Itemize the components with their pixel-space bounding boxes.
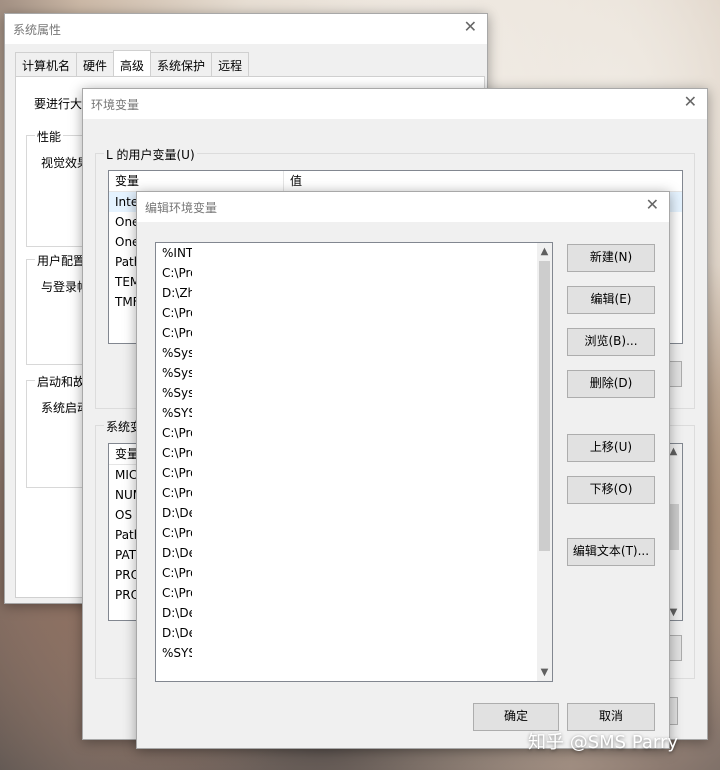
ok-button[interactable]: 确定 [473,703,559,731]
move-up-button[interactable]: 上移(U) [567,434,655,462]
path-list-item[interactable]: %INT [156,243,192,263]
edit-text-button[interactable]: 编辑文本(T)... [567,538,655,566]
path-list-item[interactable]: C:\Pro [156,563,192,583]
user-variables-legend: L 的用户变量(U) [104,146,197,163]
path-list-item[interactable]: %Sys [156,383,192,403]
path-list-scrollbar[interactable]: ▲ ▼ [537,243,552,681]
path-list-item[interactable]: D:\De [156,603,192,623]
user-profile-legend: 用户配置 [35,252,88,269]
path-list-item[interactable]: D:\De [156,623,192,643]
system-properties-title: 系统属性 [13,23,62,37]
startup-recovery-legend: 启动和故 [35,373,88,390]
system-properties-titlebar: 系统属性 ✕ [5,14,487,44]
new-button[interactable]: 新建(N) [567,244,655,272]
edit-button[interactable]: 编辑(E) [567,286,655,314]
path-list[interactable]: %INTC:\ProD:\ZhC:\ProC:\Pro%Sys%Sys%Sys%… [155,242,553,682]
scroll-down-icon[interactable]: ▼ [537,667,552,678]
edit-environment-variable-dialog: 编辑环境变量 ✕ %INTC:\ProD:\ZhC:\ProC:\Pro%Sys… [136,191,670,749]
column-header-variable[interactable]: 变量 [109,171,284,191]
path-list-item[interactable]: C:\Pro [156,523,192,543]
scroll-up-icon[interactable]: ▲ [537,246,552,257]
close-icon[interactable]: ✕ [684,92,697,111]
close-icon[interactable]: ✕ [464,17,477,36]
path-list-item[interactable]: C:\Pro [156,483,192,503]
path-list-item[interactable]: D:\De [156,543,192,563]
cancel-button[interactable]: 取消 [567,703,655,731]
column-header-value[interactable]: 值 [284,171,682,191]
browse-button[interactable]: 浏览(B)... [567,328,655,356]
tab-computer-name[interactable]: 计算机名 [15,52,78,78]
path-list-item[interactable]: C:\Pro [156,323,192,343]
scrollbar-thumb[interactable] [539,261,550,551]
path-list-item[interactable]: C:\Pro [156,583,192,603]
delete-button[interactable]: 删除(D) [567,370,655,398]
path-list-item[interactable]: C:\Pro [156,303,192,323]
user-variables-header: 变量 值 [109,171,682,192]
path-list-item[interactable]: %Sys [156,363,192,383]
move-down-button[interactable]: 下移(O) [567,476,655,504]
tab-system-protection[interactable]: 系统保护 [150,52,213,78]
path-list-item[interactable]: %Sys [156,343,192,363]
edit-dialog-title: 编辑环境变量 [145,201,218,215]
close-icon[interactable]: ✕ [646,195,659,214]
performance-legend: 性能 [35,128,64,145]
path-list-item[interactable]: %SYS [156,403,192,423]
tab-advanced[interactable]: 高级 [113,50,152,78]
tab-remote[interactable]: 远程 [211,52,250,78]
path-list-item[interactable]: C:\Pro [156,423,192,443]
path-list-item[interactable]: C:\Pro [156,463,192,483]
path-rows: %INTC:\ProD:\ZhC:\ProC:\Pro%Sys%Sys%Sys%… [156,243,552,663]
tab-hardware[interactable]: 硬件 [76,52,115,78]
watermark: 知乎 @SMS Parry [528,732,679,753]
path-list-item[interactable]: %SYS [156,643,192,663]
path-list-item[interactable]: C:\Pro [156,443,192,463]
edit-dialog-titlebar: 编辑环境变量 ✕ [137,192,669,222]
path-list-item[interactable]: C:\Pro [156,263,192,283]
system-properties-tabs: 计算机名 硬件 高级 系统保护 远程 [15,50,250,78]
environment-variables-title: 环境变量 [91,98,140,112]
path-list-item[interactable]: D:\Zh [156,283,192,303]
environment-variables-titlebar: 环境变量 ✕ [83,89,707,119]
path-list-item[interactable]: D:\De [156,503,192,523]
